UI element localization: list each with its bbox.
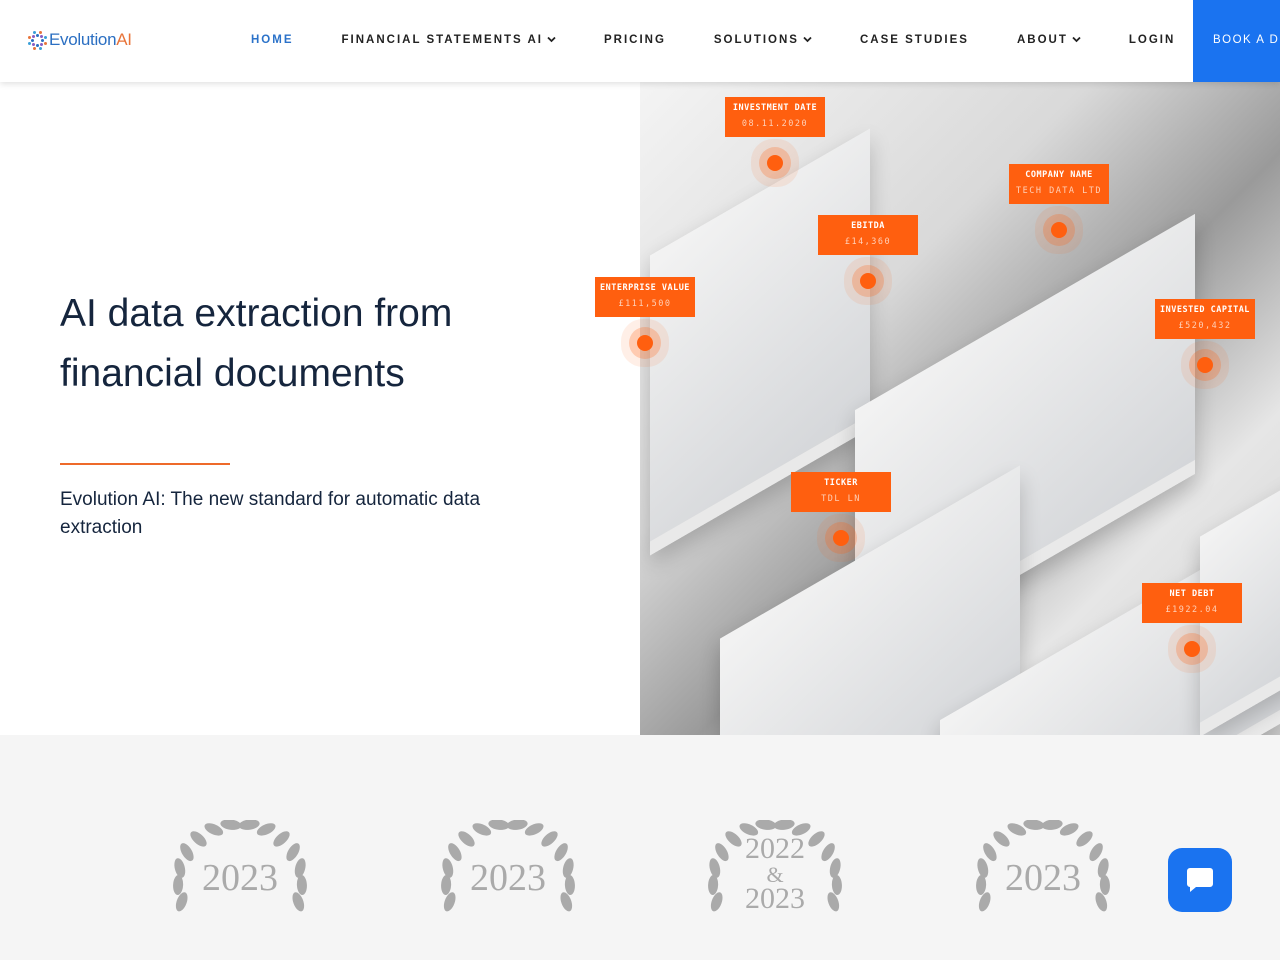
- award-badge: 2023: [963, 820, 1123, 955]
- nav-item-label: PRICING: [603, 34, 666, 46]
- award-badge: 2022 & 2023: [695, 820, 855, 955]
- nav-item-label: ABOUT: [1016, 34, 1068, 46]
- data-tag-company-name: COMPANY NAME TECH DATA LTD: [1009, 164, 1109, 204]
- tag-value: £14,360: [844, 237, 892, 247]
- hero-illustration: [640, 82, 1280, 735]
- data-tag-investment-date: INVESTMENT DATE 08.11.2020: [725, 97, 825, 137]
- tag-value: TECH DATA LTD: [1015, 186, 1103, 196]
- nav-item-case-studies[interactable]: CASE STUDIES: [860, 34, 969, 46]
- tag-label: INVESTMENT DATE: [732, 103, 818, 113]
- tag-label: EBITDA: [851, 221, 885, 231]
- award-badge: 2023: [160, 820, 320, 955]
- tag-label: TICKER: [824, 478, 858, 488]
- pin-marker: [833, 530, 849, 546]
- tag-value: TDL LN: [821, 494, 861, 504]
- award-year: 2023: [1005, 857, 1081, 899]
- pin-marker: [767, 155, 783, 171]
- main-menu: HOME FINANCIAL STATEMENTS AI PRICING SOLUTI…: [251, 34, 1223, 46]
- chat-button[interactable]: [1168, 848, 1232, 912]
- nav-item-label: LOGIN: [1128, 34, 1176, 46]
- data-tag-invested-capital: INVESTED CAPITAL £520,432: [1155, 299, 1255, 339]
- logo-icon: [26, 29, 48, 51]
- book-demo-button[interactable]: BOOK A DEMO: [1193, 0, 1280, 82]
- nav-item-label: HOME: [251, 34, 294, 46]
- pin-marker: [860, 273, 876, 289]
- tag-label: ENTERPRISE VALUE: [600, 283, 690, 293]
- hero-subtitle: Evolution AI: The new standard for autom…: [60, 489, 481, 538]
- top-navigation: Evolution AI HOME FINANCIAL STATEMENTS AI P…: [0, 0, 1280, 82]
- chevron-down-icon: [803, 34, 812, 46]
- nav-item-login[interactable]: LOGIN: [1129, 34, 1175, 46]
- pin-marker: [1184, 641, 1200, 657]
- nav-item-label: CASE STUDIES: [859, 34, 969, 46]
- pin-marker: [637, 335, 653, 351]
- chat-bubble-icon: [1187, 868, 1213, 892]
- tag-label: INVESTED CAPITAL: [1160, 305, 1250, 315]
- tag-value: £111,500: [618, 299, 672, 309]
- data-tag-ebitda: EBITDA £14,360: [818, 215, 918, 255]
- tag-label: COMPANY NAME: [1025, 170, 1093, 180]
- data-tag-net-debt: NET DEBT £1922.04: [1142, 583, 1242, 623]
- pin-marker: [1197, 357, 1213, 373]
- divider: [60, 463, 230, 465]
- nav-item-solutions[interactable]: SOLUTIONS: [714, 34, 812, 46]
- data-tag-ticker: TICKER TDL LN: [791, 472, 891, 512]
- award-year: 2023: [470, 857, 546, 899]
- award-badge: 2023: [428, 820, 588, 955]
- nav-item-financial-statements-ai[interactable]: FINANCIAL STATEMENTS AI: [342, 34, 556, 46]
- nav-item-about[interactable]: ABOUT: [1017, 34, 1081, 46]
- data-tag-enterprise-value: ENTERPRISE VALUE £111,500: [595, 277, 695, 317]
- tag-value: £520,432: [1178, 321, 1232, 331]
- hero-title: AI data extraction from financial docume…: [60, 292, 453, 395]
- logo-text-ai: AI: [116, 30, 132, 49]
- award-year: 2023: [745, 882, 805, 915]
- tag-value: 08.11.2020: [741, 119, 809, 129]
- nav-item-pricing[interactable]: PRICING: [604, 34, 666, 46]
- logo-text: Evolution: [49, 30, 117, 49]
- chevron-down-icon: [1072, 34, 1081, 46]
- chevron-down-icon: [547, 34, 556, 46]
- awards-section: 2023 2023 2022 & 2023 2023: [0, 735, 1280, 960]
- nav-item-home[interactable]: HOME: [251, 34, 294, 46]
- award-year: 2023: [202, 857, 278, 899]
- nav-item-label: FINANCIAL STATEMENTS AI: [341, 34, 543, 46]
- pin-marker: [1051, 222, 1067, 238]
- nav-item-label: SOLUTIONS: [713, 34, 799, 46]
- logo[interactable]: Evolution AI: [26, 29, 132, 51]
- tag-label: NET DEBT: [1169, 589, 1215, 599]
- tag-value: £1922.04: [1165, 605, 1219, 615]
- award-year: 2022: [745, 832, 805, 865]
